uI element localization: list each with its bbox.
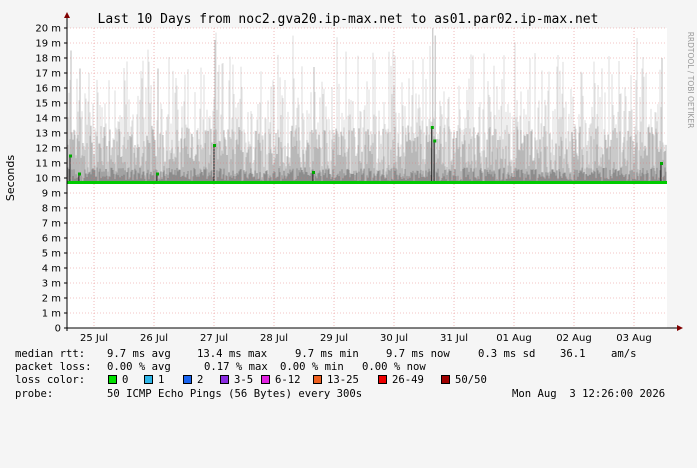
rtt-avg: 9.7 ms avg [107, 348, 171, 360]
loss-color-label-item: 6-12 [275, 374, 301, 386]
x-tick-labels: 25 Jul 26 Jul 27 Jul 28 Jul 29 Jul 30 Jul 31 J… [80, 333, 652, 344]
rtt-min: 9.7 ms min [295, 348, 359, 360]
y-tick-label: 5 m [42, 249, 61, 260]
probe-label: probe: [15, 388, 54, 400]
x-tick-label: 01 Aug [496, 333, 531, 344]
loss-color-label-item: 1 [158, 374, 165, 386]
loss-color-swatch [220, 375, 229, 384]
y-tick-label: 0 [55, 324, 61, 335]
x-tick-label: 27 Jul [200, 333, 228, 344]
loss-color-label: loss color: [15, 374, 86, 386]
smokeping-graph: 01 m2 m3 m4 m5 m6 m7 m8 m9 m 10 m 11 m 12 m… [0, 0, 697, 410]
rtt-sd: 0.3 ms sd [478, 348, 536, 360]
y-tick-label: 18 m [35, 54, 61, 65]
y-tick-label: 17 m [35, 69, 61, 80]
y-tick-label: 14 m [35, 114, 61, 125]
loss-color-label-item: 13-25 [327, 374, 359, 386]
loss-min: 0.00 % min [280, 361, 344, 373]
x-tick-label: 31 Jul [440, 333, 468, 344]
loss-color-label-item: 3-5 [234, 374, 254, 386]
y-tick-label: 6 m [42, 234, 61, 245]
y-tick-label: 9 m [42, 189, 61, 200]
y-tick-label: 19 m [35, 39, 61, 50]
chart-title: Last 10 Days from noc2.gva20.ip-max.net … [98, 12, 599, 27]
y-tick-label: 20 m [35, 24, 61, 35]
x-tick-label: 25 Jul [80, 333, 108, 344]
loss-color-swatch [183, 375, 192, 384]
loss-avg: 0.00 % avg [107, 361, 171, 373]
y-axis-arrow [64, 12, 70, 18]
y-tick-label: 7 m [42, 219, 61, 230]
rtt-max: 13.4 ms max [197, 348, 268, 360]
median-point [430, 126, 434, 129]
loss-color-swatch [144, 375, 153, 384]
median-point [433, 139, 437, 143]
y-tick-label: 2 m [42, 294, 61, 305]
median-point [156, 172, 159, 176]
median-point [312, 171, 315, 174]
packet-loss-label: packet loss: [15, 361, 92, 373]
x-tick-label: 02 Aug [556, 333, 591, 344]
y-tick-label: 16 m [35, 84, 61, 95]
loss-color-label-item: 26-49 [392, 374, 424, 386]
loss-color-label-item: 0 [122, 374, 129, 386]
x-axis-arrow [677, 325, 683, 331]
probe-timestamp: Mon Aug 3 12:26:00 2026 [512, 388, 666, 400]
loss-max: 0.17 % max [204, 361, 268, 373]
y-tick-label: 13 m [35, 129, 61, 140]
median-point [213, 144, 216, 147]
x-tick-label: 29 Jul [320, 333, 348, 344]
x-tick-label: 28 Jul [260, 333, 288, 344]
rtt-now: 9.7 ms now [386, 348, 450, 360]
loss-color-swatch [261, 375, 270, 384]
probe-description: 50 ICMP Echo Pings (56 Bytes) every 300s [107, 388, 363, 400]
median-rtt-row: median rtt: 9.7 ms avg 13.4 ms max 9.7 m… [15, 348, 637, 360]
packet-loss-row: packet loss: 0.00 % avg 0.17 % max 0.00 … [15, 361, 426, 373]
median-point [660, 162, 663, 165]
loss-color-swatch [378, 375, 387, 384]
loss-color-swatch [441, 375, 450, 384]
median-point [69, 154, 72, 158]
y-tick-label: 12 m [35, 144, 61, 155]
y-axis-label: Seconds [4, 155, 17, 201]
y-tick-label: 11 m [35, 159, 61, 170]
y-tick-label: 8 m [42, 204, 61, 215]
y-tick-label: 10 m [35, 174, 61, 185]
x-tick-label: 26 Jul [140, 333, 168, 344]
loss-color-swatch [313, 375, 322, 384]
rtt-ams: 36.1 [560, 348, 586, 360]
loss-color-row: loss color: 0 1 2 3-5 6-12 13-25 26-49 50/50 [15, 374, 487, 386]
median-point [78, 172, 81, 176]
loss-color-label-item: 50/50 [455, 374, 487, 386]
rtt-ams-unit: am/s [611, 348, 637, 360]
latency-chart: 0 1 m 2 m 3 m 4 m 5 m 6 m 7 m 8 m 9 m 10 m 11 m 12 m… [4, 12, 695, 344]
y-tick-label: 15 m [35, 99, 61, 110]
y-tick-labels: 0 1 m 2 m 3 m 4 m 5 m 6 m 7 m 8 m 9 m 10 m 11 m 12 m… [35, 24, 61, 335]
x-tick-label: 30 Jul [380, 333, 408, 344]
y-tick-label: 4 m [42, 264, 61, 275]
rrdtool-credit: RRDTOOL / TOBI OETIKER [686, 32, 695, 129]
loss-color-swatch [108, 375, 117, 384]
median-rtt-label: median rtt: [15, 348, 86, 360]
x-tick-label: 03 Aug [616, 333, 651, 344]
probe-row: probe: 50 ICMP Echo Pings (56 Bytes) eve… [15, 388, 685, 400]
grid-lines [67, 27, 667, 328]
y-tick-label: 1 m [42, 309, 61, 320]
legend-panel: median rtt: 9.7 ms avg 13.4 ms max 9.7 m… [0, 346, 697, 418]
loss-now: 0.00 % now [362, 361, 426, 373]
y-tick-label: 3 m [42, 279, 61, 290]
loss-color-label-item: 2 [197, 374, 204, 386]
